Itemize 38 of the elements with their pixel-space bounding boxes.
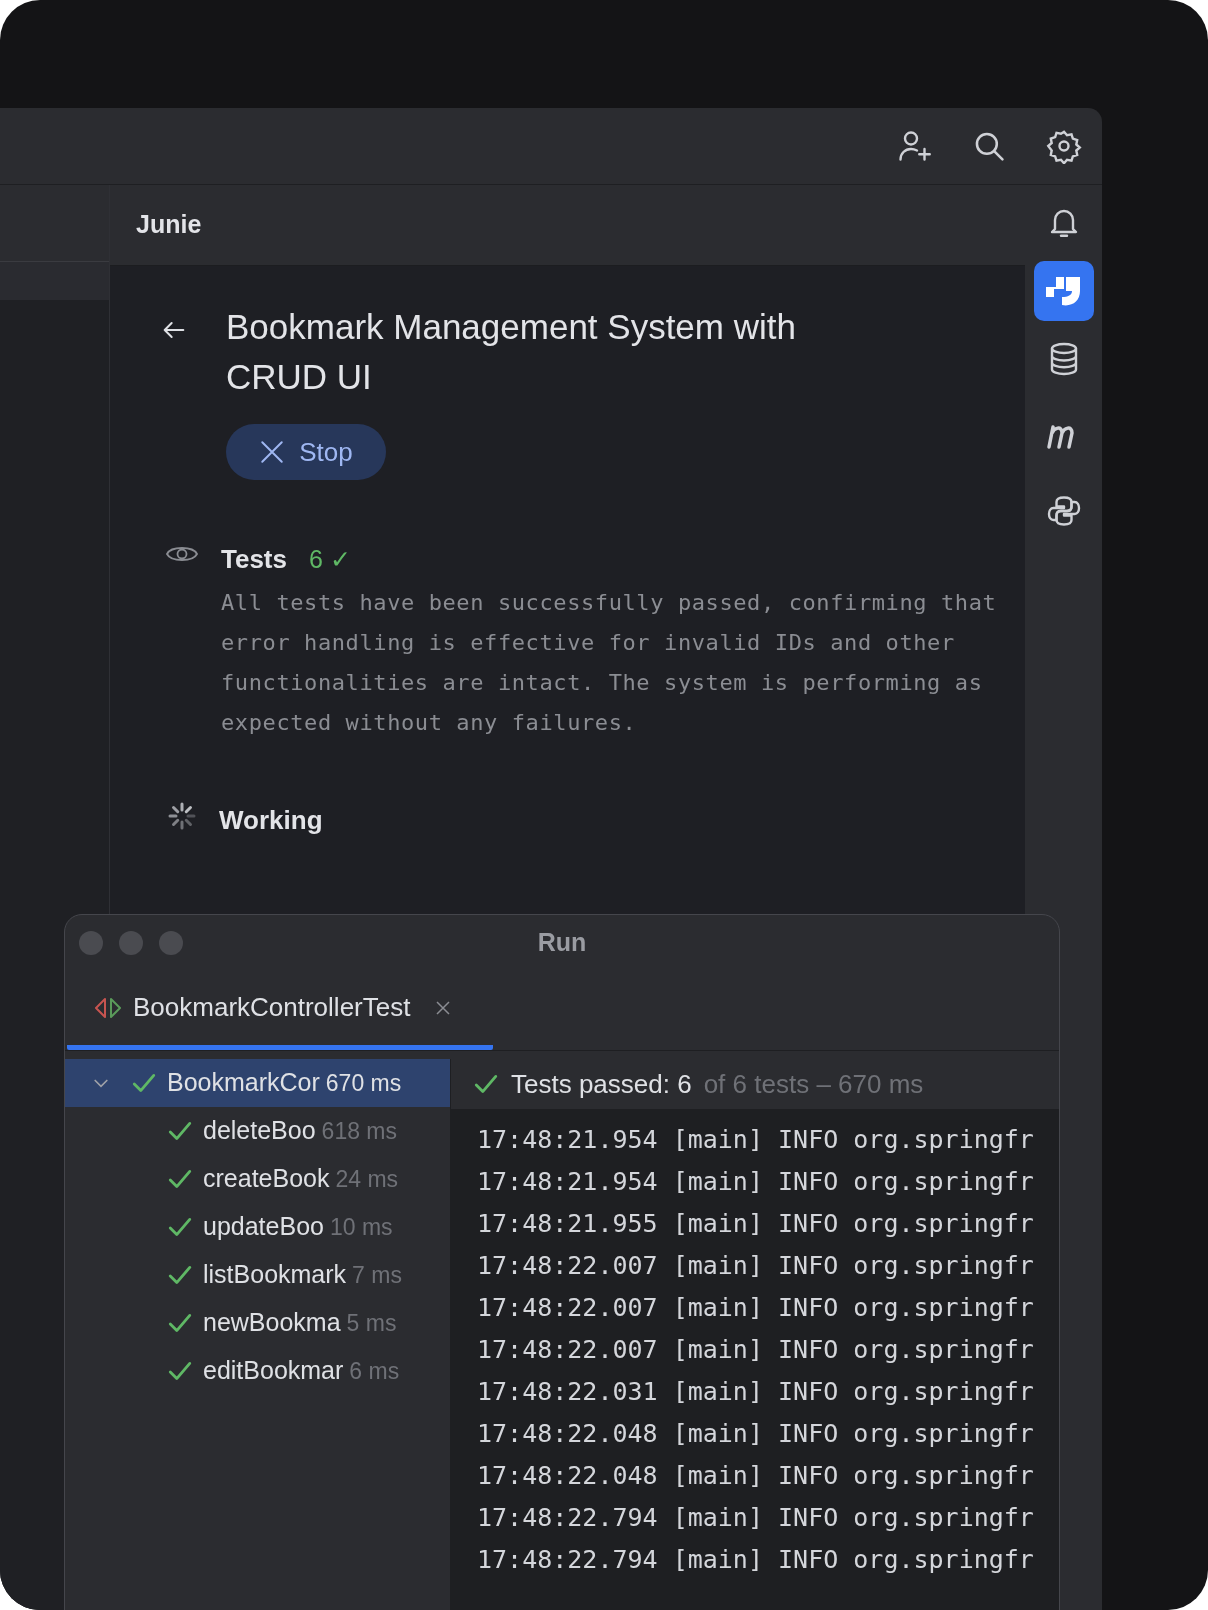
- settings-icon[interactable]: [1046, 128, 1082, 164]
- test-tree-item[interactable]: listBookmark 7 ms: [65, 1251, 450, 1299]
- tests-detail-text: of 6 tests – 670 ms: [703, 1067, 924, 1101]
- log-line: 17:48:22.048 [main] INFO org.springfr: [477, 1460, 1035, 1492]
- ai-agent-icon[interactable]: [1033, 261, 1094, 321]
- log-line: 17:48:22.794 [main] INFO org.springfr: [477, 1502, 1035, 1534]
- log-line: 17:48:22.048 [main] INFO org.springfr: [477, 1418, 1035, 1450]
- log-line: 17:48:22.007 [main] INFO org.springfr: [477, 1292, 1035, 1324]
- log-line: 17:48:21.955 [main] INFO org.springfr: [477, 1208, 1035, 1240]
- python-icon[interactable]: [1045, 493, 1082, 529]
- test-tree-item[interactable]: updateBoo 10 ms: [65, 1203, 450, 1251]
- test-tree-item[interactable]: newBookma 5 ms: [65, 1299, 450, 1347]
- step-description: All tests have been successfully passed, confirming that error handling is effective for invalid IDs and other functionalities are intact. The system is performing as expected without any failures.: [221, 589, 998, 737]
- tab-label: BookmarkControllerTest: [133, 991, 411, 1024]
- test-count: 6 ✓: [309, 543, 351, 575]
- log-line: 17:48:22.007 [main] INFO org.springfr: [477, 1334, 1035, 1366]
- test-tree-item[interactable]: createBook 24 ms: [65, 1155, 450, 1203]
- run-tab[interactable]: BookmarkControllerTest: [67, 970, 493, 1050]
- log-line: 17:48:21.954 [main] INFO org.springfr: [477, 1166, 1035, 1198]
- task-title: Bookmark Management System with CRUD UI: [226, 306, 797, 398]
- log-line: 17:48:21.954 [main] INFO org.springfr: [477, 1124, 1035, 1156]
- panel-title: Junie: [136, 209, 202, 241]
- step-title: Working: [219, 804, 323, 837]
- spinner-icon: [167, 801, 197, 831]
- add-user-icon[interactable]: [896, 128, 932, 164]
- close-icon: [259, 439, 286, 465]
- test-runner-icon: [93, 995, 123, 1020]
- log-line: 17:48:22.031 [main] INFO org.springfr: [477, 1376, 1035, 1408]
- tests-passed-text: Tests passed: 6: [511, 1067, 692, 1101]
- log-line: 17:48:22.794 [main] INFO org.springfr: [477, 1544, 1035, 1576]
- test-tree-item[interactable]: editBookmar 6 ms: [65, 1347, 450, 1395]
- test-tree-item[interactable]: deleteBoo 618 ms: [65, 1107, 450, 1155]
- window-title: Run: [537, 927, 587, 959]
- test-tree-item[interactable]: BookmarkCor 670 ms: [65, 1059, 450, 1107]
- step-title: Tests: [221, 543, 287, 576]
- stop-button[interactable]: Stop: [226, 424, 386, 480]
- log-line: 17:48:22.007 [main] INFO org.springfr: [477, 1250, 1035, 1282]
- close-tab-icon[interactable]: [434, 998, 453, 1017]
